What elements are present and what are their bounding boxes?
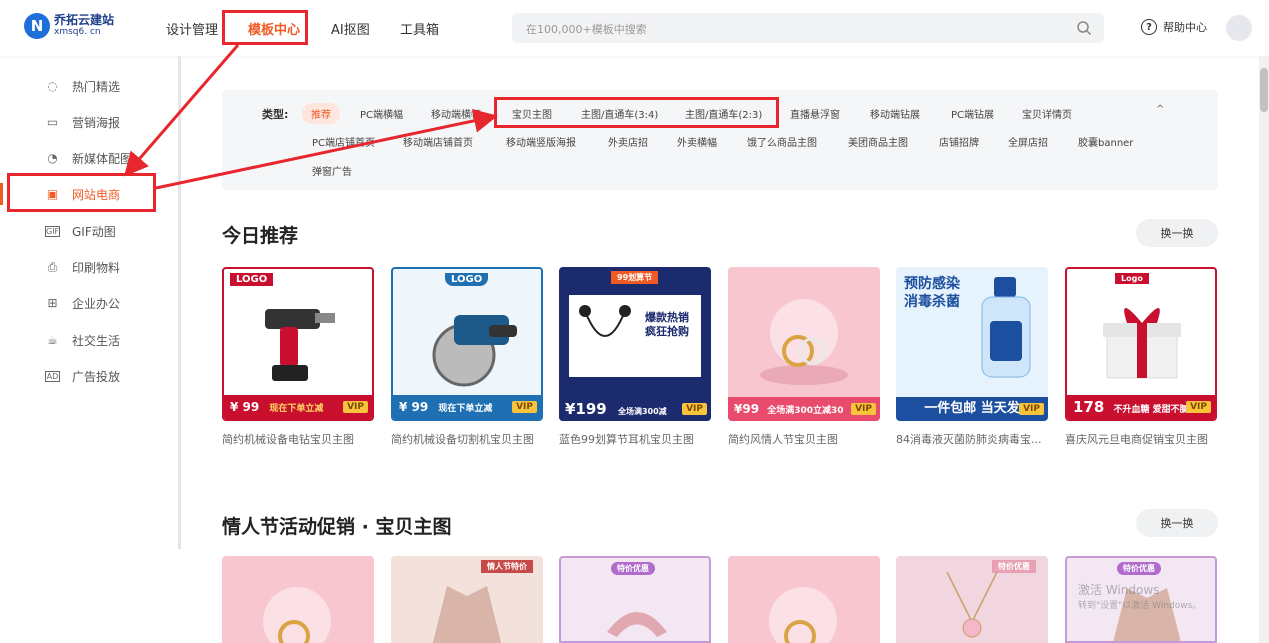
card-caption[interactable]: 蓝色99划算节耳机宝贝主图 bbox=[559, 431, 719, 447]
card-caption[interactable]: 简约风情人节宝贝主图 bbox=[728, 431, 888, 447]
template-card[interactable] bbox=[728, 556, 880, 643]
section-title: 今日推荐 bbox=[222, 225, 299, 247]
template-card[interactable]: 99划算节 爆款热销 疯狂抢购 ¥199 全场满300减 VIP bbox=[559, 267, 711, 421]
card-caption[interactable]: 喜庆风元旦电商促销宝贝主图 bbox=[1065, 431, 1225, 447]
vip-badge: VIP bbox=[1019, 403, 1044, 415]
annotation-arrow bbox=[124, 44, 240, 177]
card-headline: 预防感染 消毒杀菌 bbox=[904, 276, 960, 310]
refresh-button[interactable]: 换一换 bbox=[1136, 219, 1218, 247]
gift-box-image bbox=[1103, 308, 1181, 379]
necklace-image bbox=[946, 572, 998, 638]
refresh-button[interactable]: 换一换 bbox=[1136, 509, 1218, 537]
template-card[interactable]: 特价优惠 bbox=[559, 556, 711, 643]
vip-badge: VIP bbox=[682, 403, 707, 415]
vip-badge: VIP bbox=[851, 403, 876, 415]
bottle-image bbox=[981, 277, 1031, 378]
ring-image bbox=[263, 587, 331, 643]
template-card[interactable]: 预防感染 消毒杀菌 一件包邮 当天发 VIP bbox=[896, 267, 1048, 421]
card-caption[interactable]: 简约机械设备电钻宝贝主图 bbox=[222, 431, 382, 447]
ring-image bbox=[760, 299, 848, 385]
heels-image bbox=[607, 612, 667, 637]
template-card[interactable]: LOGO ¥ 99 现在下单立减 VIP bbox=[222, 267, 374, 421]
scrollbar-thumb[interactable] bbox=[1260, 68, 1268, 112]
drill-image bbox=[265, 309, 335, 381]
card-caption[interactable]: 简约机械设备切割机宝贝主图 bbox=[391, 431, 551, 447]
template-card[interactable] bbox=[222, 556, 374, 643]
vip-badge: VIP bbox=[512, 401, 537, 413]
template-card[interactable]: LOGO ¥ 99 现在下单立减 VIP bbox=[391, 267, 543, 421]
coat-image bbox=[432, 586, 502, 643]
vip-badge: VIP bbox=[343, 401, 368, 413]
template-card[interactable]: 情人节特价 bbox=[391, 556, 543, 643]
template-card[interactable]: 特价优惠 bbox=[896, 556, 1048, 643]
card-caption[interactable]: 84消毒液灭菌防肺炎病毒宝... bbox=[896, 431, 1048, 447]
product-panel: 爆款热销 疯狂抢购 bbox=[569, 295, 701, 377]
annotation-arrow bbox=[155, 108, 498, 190]
promo-headline: 爆款热销 疯狂抢购 bbox=[645, 311, 689, 338]
windows-activation-watermark: 激活 Windows 转到"设置"以激活 Windows。 bbox=[1078, 583, 1202, 611]
section-title: 情人节活动促销 · 宝贝主图 bbox=[222, 516, 452, 538]
saw-image bbox=[432, 315, 517, 387]
template-card[interactable]: ¥99 全场满300立减30 VIP bbox=[728, 267, 880, 421]
earphone-image bbox=[579, 305, 631, 337]
ring-image bbox=[769, 587, 837, 643]
template-card[interactable]: Logo 178 不升血糖 爱甜不腻 VIP bbox=[1065, 267, 1217, 421]
vip-badge: VIP bbox=[1186, 401, 1211, 413]
scrollbar-track[interactable] bbox=[1259, 56, 1269, 643]
